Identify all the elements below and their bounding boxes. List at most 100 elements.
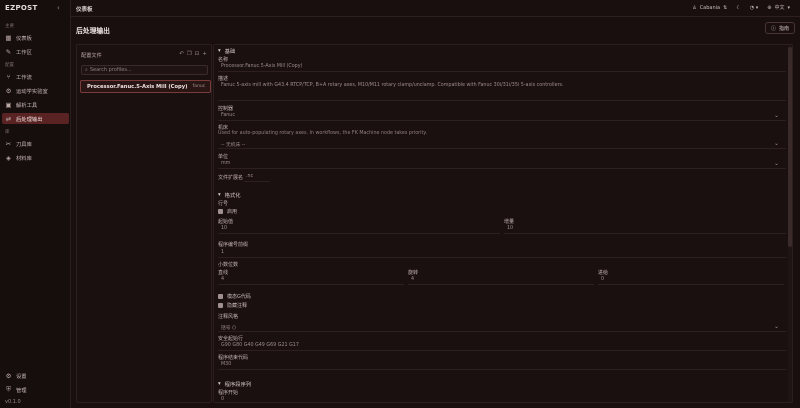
- controller-select[interactable]: Fanuc ⌄: [218, 112, 786, 121]
- page-title: 后处理输出: [76, 27, 110, 35]
- machine-label: 机床: [218, 125, 229, 131]
- section-format-header[interactable]: ▾ 格式化: [218, 191, 241, 199]
- search-icon: ⌕: [85, 67, 88, 73]
- switch-icon: ⇅: [723, 4, 728, 11]
- program-number-label: 程序编号前缀: [218, 242, 249, 248]
- section-library: 库: [5, 130, 10, 135]
- sidebar-item-workspace[interactable]: ✎ 工作区: [2, 46, 69, 57]
- safe-start-label: 安全起始行: [218, 336, 244, 342]
- program-end-label: 程序结束代码: [218, 355, 249, 361]
- increment-label: 增量: [504, 219, 515, 225]
- hide-comments-checkbox[interactable]: 隐藏注释: [218, 302, 247, 309]
- language-select[interactable]: ⊕ 中文 ▾: [767, 4, 790, 12]
- description-label: 描述: [218, 76, 229, 82]
- settings-icon: ⚙: [5, 371, 12, 380]
- extension-label: 文件扩展名: [218, 175, 244, 181]
- sidebar-item-parser[interactable]: ▣ 解析工具: [2, 99, 69, 110]
- safe-start-input[interactable]: G90 G80 G40 G49 G69 G21 G17: [218, 343, 786, 351]
- sidebar-item-admin[interactable]: ⛨ 管理: [2, 384, 69, 395]
- brand-logo: EZPOST: [5, 4, 38, 12]
- tool-icon: ✂: [5, 139, 12, 148]
- linear-label: 直线: [218, 270, 229, 276]
- breadcrumb: 仪表板: [76, 7, 93, 13]
- comment-style-select[interactable]: 括号 () ⌄: [218, 323, 786, 332]
- sidebar-item-kinematics[interactable]: ⚙ 运动学实验室: [2, 85, 69, 96]
- profile-list-item[interactable]: Processor.Fanuc.5-Axis Mill (Copy) fanuc: [80, 80, 211, 93]
- name-input[interactable]: Processor.Fanuc.5-Axis Mill (Copy): [218, 64, 786, 72]
- extension-input[interactable]: .nc: [244, 174, 270, 182]
- program-start-label: 程序开始: [218, 390, 239, 396]
- shield-icon: ⛨: [6, 385, 11, 393]
- sidebar: EZPOST ‹ 主要 ▦ 仪表板 ✎ 工作区 配置 ⑂ 工作流 ⚙ 运动学实验室 ▣ 解…: [0, 0, 71, 408]
- increment-input[interactable]: 10: [504, 226, 786, 234]
- linear-decimals-input[interactable]: 4: [218, 277, 404, 285]
- layers-icon: ◈: [6, 153, 11, 162]
- description-textarea[interactable]: Fanuc 5-axis mill with G43.4 RTCP/TCP, B…: [218, 83, 786, 101]
- undo-icon[interactable]: ↶: [179, 51, 184, 57]
- palette-icon[interactable]: ◔ ▾: [750, 5, 758, 11]
- chevron-down-icon: ⌄: [773, 160, 779, 167]
- program-start-input[interactable]: 0: [218, 397, 224, 402]
- chevron-down-icon: ▾: [218, 381, 221, 387]
- section-config: 配置: [5, 63, 14, 68]
- program-end-input[interactable]: M30: [218, 362, 786, 370]
- theme-toggle-icon[interactable]: ☾: [736, 5, 740, 11]
- sidebar-item-workflow[interactable]: ⑂ 工作流: [2, 71, 69, 82]
- add-icon[interactable]: +: [202, 51, 207, 57]
- unit-select[interactable]: mm ⌄: [218, 160, 786, 169]
- dashboard-icon: ▦: [5, 33, 12, 42]
- section-main: 主要: [5, 24, 14, 29]
- profiles-toolbar: ↶ ❐ ⊡ +: [179, 51, 207, 57]
- version-label: v0.1.0: [5, 399, 21, 405]
- line-number-label: 行号: [218, 201, 229, 207]
- user-icon: ♙: [692, 4, 697, 11]
- comment-style-label: 注释风格: [218, 314, 239, 320]
- parser-icon: ▣: [5, 100, 12, 109]
- rotary-decimals-input[interactable]: 4: [408, 277, 594, 285]
- section-sequence-header[interactable]: ▾ 程序段序列: [218, 380, 251, 388]
- section-basic-header[interactable]: ▾ 基础: [218, 47, 235, 55]
- chevron-down-icon: ▾: [787, 4, 790, 11]
- gear-icon: ⚙: [5, 86, 12, 95]
- line-number-enable-checkbox[interactable]: 启用: [218, 208, 237, 215]
- sidebar-item-dashboard[interactable]: ▦ 仪表板: [2, 32, 69, 43]
- profile-editor: ▾ 基础 名称 Processor.Fanuc.5-Axis Mill (Copy…: [213, 44, 793, 403]
- sidebar-item-settings[interactable]: ⚙ 设置: [2, 370, 69, 381]
- editor-scrollbar[interactable]: [788, 45, 792, 402]
- unit-label: 单位: [218, 154, 229, 160]
- topbar-actions: ♙ Cabania ⇅ ☾ ◔ ▾ ⊕ 中文 ▾: [692, 4, 790, 12]
- profiles-title: 配置文件: [81, 53, 102, 59]
- start-value-label: 起始值: [218, 219, 234, 225]
- start-value-input[interactable]: 10: [218, 226, 500, 234]
- sidebar-item-postprocess[interactable]: ⇄ 后处理输出: [2, 113, 69, 124]
- controller-label: 控制器: [218, 106, 234, 112]
- output-icon: ⇄: [5, 114, 12, 123]
- chevron-down-icon: ⌄: [773, 140, 779, 147]
- decimals-label: 小数位数: [218, 262, 239, 268]
- modal-gcode-checkbox[interactable]: 模态G代码: [218, 293, 251, 300]
- feed-decimals-input[interactable]: 0: [598, 277, 784, 285]
- profile-search-input[interactable]: ⌕ Search profiles...: [81, 65, 208, 75]
- sidebar-item-tools[interactable]: ✂ 刀具库: [2, 138, 69, 149]
- user-menu[interactable]: ♙ Cabania ⇅: [692, 5, 727, 11]
- wrench-icon: ✎: [5, 47, 12, 56]
- lock-icon[interactable]: ⊡: [195, 51, 200, 57]
- rotary-label: 旋转: [408, 270, 419, 276]
- chevron-down-icon: ⌄: [773, 112, 779, 119]
- guide-button[interactable]: ⓘ 指南: [764, 22, 795, 34]
- machine-select[interactable]: -- 无机床 -- ⌄: [218, 140, 786, 149]
- help-icon: ⓘ: [770, 25, 776, 32]
- copy-icon[interactable]: ❐: [187, 51, 192, 57]
- sidebar-item-materials[interactable]: ◈ 材料库: [2, 152, 69, 163]
- feed-label: 进给: [598, 270, 609, 276]
- globe-icon: ⊕: [767, 4, 772, 11]
- chevron-down-icon: ⌄: [773, 323, 779, 330]
- topbar: 仪表板 ♙ Cabania ⇅ ☾ ◔ ▾ ⊕ 中文 ▾: [71, 0, 800, 17]
- program-number-input[interactable]: 1: [218, 250, 786, 258]
- collapse-sidebar-icon[interactable]: ‹: [57, 4, 60, 12]
- profiles-panel: 配置文件 ↶ ❐ ⊡ + ⌕ Search profiles... Proces…: [76, 44, 212, 403]
- machine-hint: Used for auto-populating rotary axes. In…: [218, 131, 428, 136]
- workflow-icon: ⑂: [6, 72, 11, 81]
- chevron-down-icon: ▾: [218, 48, 221, 54]
- chevron-down-icon: ▾: [218, 192, 221, 198]
